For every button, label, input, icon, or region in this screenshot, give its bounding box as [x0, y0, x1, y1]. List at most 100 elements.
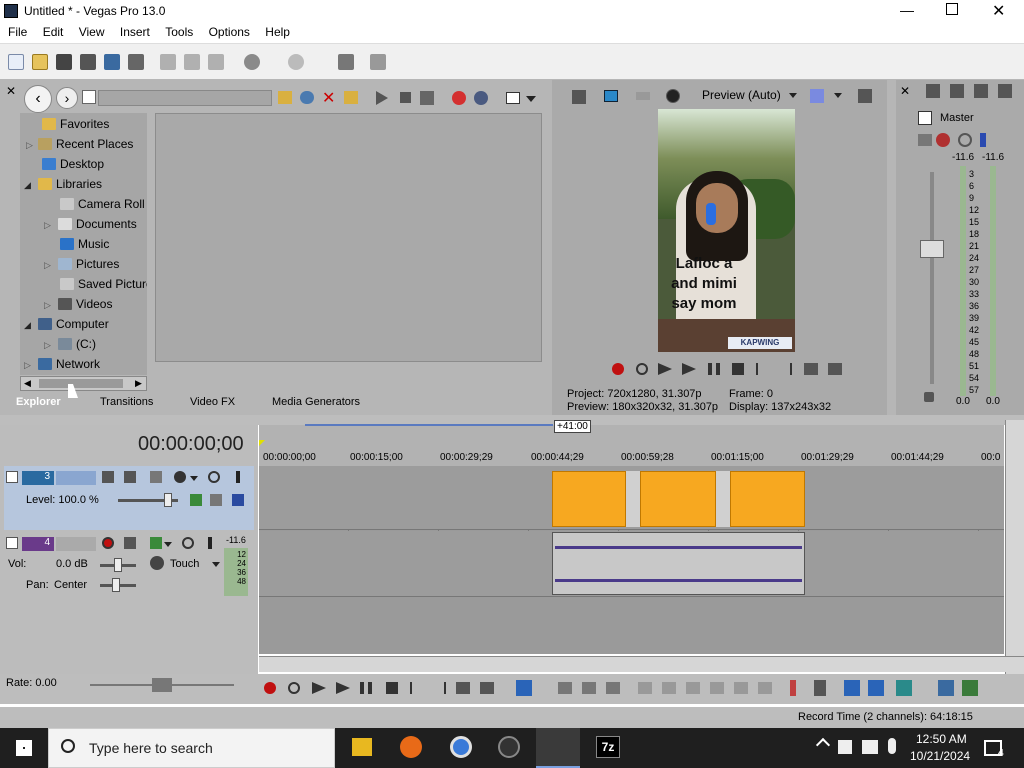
preview-quality-dropdown[interactable]: Preview (Auto): [702, 88, 781, 102]
composite-mode-icon[interactable]: [102, 471, 114, 483]
track-name-field[interactable]: [56, 471, 96, 485]
copy-snapshot-icon[interactable]: [858, 89, 872, 103]
start-preview-icon[interactable]: [376, 91, 388, 105]
obs-icon[interactable]: [498, 736, 520, 758]
tab-explorer[interactable]: Explorer: [16, 396, 61, 408]
whats-this-help-icon[interactable]: [370, 54, 386, 70]
search-media-icon[interactable]: [474, 91, 488, 105]
tree-item-recent-places[interactable]: ▷ Recent Places: [26, 135, 133, 153]
insert-marker-icon[interactable]: [790, 680, 796, 696]
stop-icon[interactable]: [732, 363, 744, 375]
7zip-icon[interactable]: 7z: [596, 736, 620, 758]
level-slider-thumb[interactable]: [164, 493, 172, 507]
previous-frame-icon[interactable]: [456, 682, 470, 694]
loop-icon[interactable]: [636, 363, 648, 375]
level-slider[interactable]: [118, 493, 178, 507]
minimize-button[interactable]: —: [900, 2, 916, 18]
scroll-thumb[interactable]: [39, 379, 123, 388]
mixer-toolbar-icon-2[interactable]: [950, 84, 964, 98]
previous-frame-icon[interactable]: [804, 363, 818, 375]
properties-icon[interactable]: [128, 54, 144, 70]
firefox-icon[interactable]: [400, 736, 422, 758]
history-dropdown[interactable]: [82, 90, 96, 104]
track-fx-icon[interactable]: [174, 471, 186, 483]
chrome-icon[interactable]: [450, 736, 472, 758]
trim-start-icon[interactable]: [686, 682, 700, 694]
timeline-vscroll[interactable]: [1005, 420, 1024, 674]
pause-icon[interactable]: [360, 682, 372, 694]
rate-slider-thumb[interactable]: [152, 678, 172, 692]
chevron-down-icon[interactable]: [190, 476, 198, 481]
tree-item-music[interactable]: Music: [60, 235, 109, 253]
tree-item-documents[interactable]: ▷ Documents: [44, 215, 137, 233]
tree-item-videos[interactable]: ▷ Videos: [44, 295, 112, 313]
expand-arrow-icon[interactable]: ▷: [44, 296, 58, 314]
video-track-header[interactable]: 3 Level: 100.0 %: [4, 466, 254, 530]
copy-icon[interactable]: [184, 54, 200, 70]
play-from-start-icon[interactable]: [312, 682, 326, 694]
next-frame-icon[interactable]: [828, 363, 842, 375]
external-monitor-icon[interactable]: [604, 90, 618, 102]
scroll-left-icon[interactable]: ◀: [24, 378, 31, 389]
refresh-icon[interactable]: [300, 91, 314, 104]
chevron-down-icon[interactable]: [526, 96, 536, 102]
mixer-toolbar-icon-3[interactable]: [974, 84, 988, 98]
folder-up-icon[interactable]: [278, 91, 292, 104]
go-to-end-icon[interactable]: [434, 682, 446, 694]
maximize-button[interactable]: [946, 3, 958, 15]
open-icon[interactable]: [32, 54, 48, 70]
envelope-tool-icon[interactable]: [558, 682, 572, 694]
zoom-tool-icon[interactable]: [606, 682, 620, 694]
new-icon[interactable]: [8, 54, 24, 70]
stop-icon[interactable]: [386, 682, 398, 694]
up-arrow-icon[interactable]: [232, 494, 244, 506]
stop-preview-icon[interactable]: [400, 92, 411, 103]
tab-transitions[interactable]: Transitions: [100, 396, 153, 408]
tree-item-saved-pictures[interactable]: Saved Picture: [60, 275, 147, 293]
go-to-start-icon[interactable]: [756, 363, 768, 375]
tree-item-c-drive[interactable]: ▷ (C:): [44, 335, 96, 353]
tree-item-favorites[interactable]: Favorites: [42, 115, 109, 133]
close-explorer-icon[interactable]: ✕: [6, 84, 16, 98]
loop-icon[interactable]: [288, 682, 300, 694]
pan-slider-thumb[interactable]: [112, 578, 120, 592]
auto-preview-icon[interactable]: [420, 91, 434, 105]
automation-mode[interactable]: Touch: [170, 558, 199, 570]
solo-track-icon[interactable]: [236, 471, 240, 483]
go-to-start-icon[interactable]: [410, 682, 422, 694]
insert-fx-icon[interactable]: [918, 134, 932, 146]
tree-item-network[interactable]: ▷ Network: [24, 355, 100, 373]
clock-time[interactable]: 12:50 AM: [916, 732, 967, 746]
save-as-icon[interactable]: [80, 54, 96, 70]
tab-media-generators[interactable]: Media Generators: [272, 396, 360, 408]
chevron-down-icon[interactable]: [789, 93, 797, 98]
fader-track[interactable]: [930, 172, 934, 384]
views-icon[interactable]: [506, 92, 520, 104]
audio-track-header[interactable]: 4 -11.6 Vol: 0.0 dB Touch Pan: Center 12…: [4, 532, 254, 596]
volume-slider[interactable]: [100, 558, 136, 572]
forward-button[interactable]: ›: [56, 87, 78, 109]
auto-crossfade-icon[interactable]: [868, 680, 884, 696]
lock-icon[interactable]: [758, 682, 772, 694]
trim-icon[interactable]: [662, 682, 676, 694]
collapse-arrow-icon[interactable]: ◢: [24, 176, 38, 194]
down-arrow-icon[interactable]: [210, 494, 222, 506]
tree-item-camera-roll[interactable]: Camera Roll: [60, 195, 145, 213]
expand-arrow-icon[interactable]: ▷: [44, 216, 58, 234]
track-fx-icon[interactable]: [150, 537, 162, 549]
go-to-end-icon[interactable]: [780, 363, 792, 375]
motion-blur-icon[interactable]: [150, 471, 162, 483]
snapping-icon[interactable]: [896, 680, 912, 696]
tree-item-desktop[interactable]: Desktop: [42, 155, 104, 173]
menu-help[interactable]: Help: [259, 23, 296, 39]
split-screen-icon[interactable]: [636, 92, 650, 100]
paste-icon[interactable]: [208, 54, 224, 70]
mixer-toolbar-icon-4[interactable]: [998, 84, 1012, 98]
video-clip[interactable]: [640, 471, 716, 527]
enable-snapping-icon[interactable]: [338, 54, 354, 70]
generated-media-icon[interactable]: [190, 494, 202, 506]
expand-arrow-icon[interactable]: ▷: [44, 336, 58, 354]
menu-file[interactable]: File: [0, 23, 33, 39]
clock-date[interactable]: 10/21/2024: [910, 749, 970, 763]
volume-icon[interactable]: [838, 740, 852, 754]
